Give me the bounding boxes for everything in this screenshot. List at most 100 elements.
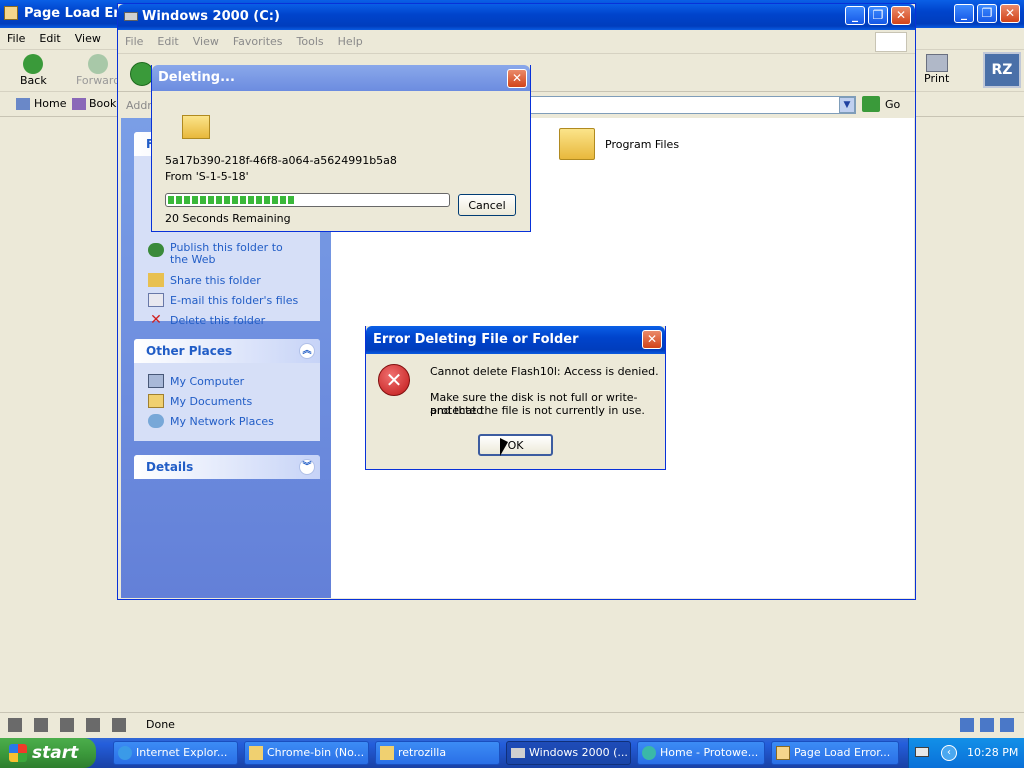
my-network-places-label: My Network Places: [170, 414, 274, 428]
browser-maximize-button[interactable]: ❐: [977, 4, 997, 23]
error-ok-button[interactable]: OK: [478, 434, 553, 456]
deleting-dialog: Deleting... ✕ 5a17b390-218f-46f8-a064-a5…: [151, 65, 531, 232]
status-right-icons: [960, 718, 1016, 732]
tray-clock[interactable]: 10:28 PM: [967, 746, 1018, 759]
taskbar-label-4: Home - Protowe...: [660, 746, 759, 759]
deleting-progress-fill: [168, 196, 294, 204]
address-dropdown-icon[interactable]: ▼: [839, 97, 855, 113]
address-input[interactable]: [528, 96, 856, 114]
delete-folder-label: Delete this folder: [170, 313, 266, 327]
other-places-list: My Computer My Documents My Network Plac…: [134, 363, 320, 431]
folder-icon: [249, 746, 263, 760]
tray-expand-icon[interactable]: ‹: [941, 745, 957, 761]
go-button[interactable]: Go: [862, 96, 900, 112]
home-label: Home: [34, 97, 67, 110]
taskbar-item-windows-2000[interactable]: Windows 2000 (...: [506, 741, 631, 765]
deleting-progress-bar: [165, 193, 450, 207]
taskbar-label-0: Internet Explor...: [136, 746, 228, 759]
deleting-dialog-close-button[interactable]: ✕: [507, 69, 527, 88]
error-dialog: Error Deleting File or Folder ✕ ✕ Cannot…: [365, 326, 666, 470]
error-dialog-close-button[interactable]: ✕: [642, 330, 662, 349]
expand-chevron-icon[interactable]: ︾: [299, 459, 315, 475]
deleting-from: From 'S-1-5-18': [165, 170, 249, 183]
drive-icon: [511, 748, 525, 758]
browser-menu-edit[interactable]: Edit: [32, 32, 67, 45]
windows-flag-icon: [9, 744, 27, 762]
my-computer-link[interactable]: My Computer: [134, 371, 320, 391]
go-label: Go: [885, 97, 901, 111]
forward-label: Forward: [76, 74, 121, 87]
go-arrow-icon: [862, 96, 880, 112]
explorer-title-bar[interactable]: Windows 2000 (C:): [118, 4, 915, 30]
publish-folder-link[interactable]: Publish this folder to the Web: [134, 242, 320, 270]
explorer-menu-file[interactable]: File: [118, 35, 150, 48]
explorer-close-button[interactable]: ✕: [891, 6, 911, 25]
print-button[interactable]: Print: [918, 52, 955, 87]
explorer-menu-favorites[interactable]: Favorites: [226, 35, 290, 48]
my-documents-link[interactable]: My Documents: [134, 391, 320, 411]
folder-icon: [559, 128, 595, 160]
taskbar-label-1: Chrome-bin (No...: [267, 746, 365, 759]
documents-folder-icon: [148, 394, 164, 408]
error-icon: ✕: [378, 364, 410, 396]
status-icons: [8, 717, 128, 732]
folder-icon: [380, 746, 394, 760]
error-message: Cannot delete Flash10l: Access is denied…: [430, 365, 659, 378]
deleting-cancel-button[interactable]: Cancel: [458, 194, 516, 216]
taskbar-item-page-load-error[interactable]: Page Load Error...: [771, 741, 899, 765]
email-files-link[interactable]: E-mail this folder's files: [134, 290, 320, 310]
browser-status-bar: Done: [0, 712, 1024, 736]
explorer-menu-bar: File Edit View Favorites Tools Help: [118, 30, 915, 54]
back-button[interactable]: Back: [14, 52, 53, 89]
network-icon: [148, 414, 164, 428]
print-label: Print: [924, 72, 950, 85]
windows-logo-icon: [875, 32, 907, 52]
collapse-chevron-icon[interactable]: ︽: [299, 343, 315, 359]
explorer-menu-edit[interactable]: Edit: [150, 35, 185, 48]
start-label: start: [32, 743, 79, 763]
folder-item[interactable]: Program Files: [559, 128, 679, 160]
details-label: Details: [146, 460, 194, 474]
taskbar-item-home-protowe[interactable]: Home - Protowe...: [637, 741, 765, 765]
system-tray: ‹ 10:28 PM: [908, 738, 1024, 768]
browser-minimize-button[interactable]: _: [954, 4, 974, 23]
taskbar-label-2: retrozilla: [398, 746, 447, 759]
computer-icon: [148, 374, 164, 388]
delete-x-icon: ✕: [150, 312, 162, 328]
my-documents-label: My Documents: [170, 394, 253, 408]
browser-menu-file[interactable]: File: [0, 32, 32, 45]
start-button[interactable]: start: [0, 738, 96, 768]
explorer-menu-view[interactable]: View: [186, 35, 226, 48]
mouse-cursor-icon: [500, 438, 508, 456]
explorer-menu-help[interactable]: Help: [331, 35, 370, 48]
share-folder-icon: [148, 273, 164, 287]
forward-arrow-icon: [88, 54, 109, 74]
explorer-maximize-button[interactable]: ❐: [868, 6, 888, 25]
deleting-remaining: 20 Seconds Remaining: [165, 212, 291, 225]
error-detail-line-2: and that the file is not currently in us…: [430, 404, 645, 417]
folder-name: Program Files: [605, 137, 680, 151]
other-places-header[interactable]: Other Places ︽: [134, 339, 320, 363]
taskbar-item-internet-explorer[interactable]: Internet Explor...: [113, 741, 238, 765]
taskbar-label-3: Windows 2000 (...: [529, 746, 628, 759]
explorer-title: Windows 2000 (C:): [142, 9, 280, 24]
ie-icon: [118, 746, 132, 760]
taskbar-item-chrome-bin[interactable]: Chrome-bin (No...: [244, 741, 369, 765]
my-network-places-link[interactable]: My Network Places: [134, 411, 320, 431]
delete-folder-link[interactable]: ✕ Delete this folder: [134, 310, 320, 330]
home-bookmark[interactable]: Home: [16, 97, 66, 110]
browser-menu-view[interactable]: View: [68, 32, 108, 45]
error-dialog-title-bar[interactable]: Error Deleting File or Folder: [366, 326, 665, 354]
keyboard-icon[interactable]: [915, 747, 929, 757]
share-folder-link[interactable]: Share this folder: [134, 270, 320, 290]
details-header[interactable]: Details ︾: [134, 455, 320, 479]
explorer-minimize-button[interactable]: _: [845, 6, 865, 25]
my-computer-label: My Computer: [170, 374, 245, 388]
explorer-menu-tools[interactable]: Tools: [290, 35, 331, 48]
browser-icon: [642, 746, 656, 760]
taskbar-item-retrozilla[interactable]: retrozilla: [375, 741, 500, 765]
details-panel: Details ︾: [134, 455, 320, 479]
back-arrow-icon: [23, 54, 44, 74]
browser-close-button[interactable]: ✕: [1000, 4, 1020, 23]
deleting-dialog-title-bar[interactable]: Deleting...: [152, 65, 530, 91]
